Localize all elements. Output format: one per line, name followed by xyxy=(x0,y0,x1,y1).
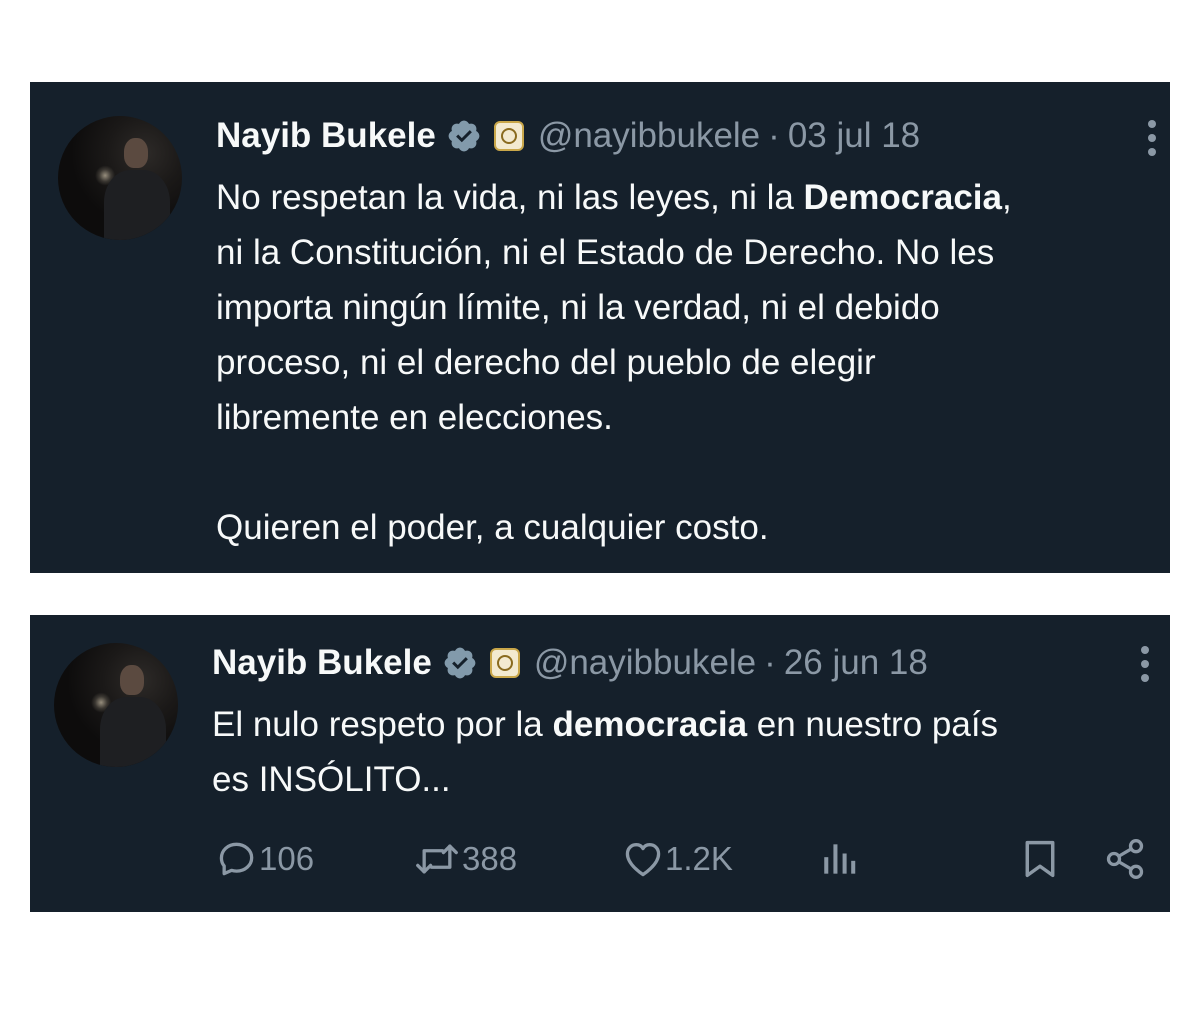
retweet-button[interactable]: 388 xyxy=(412,837,517,881)
reply-icon xyxy=(219,842,254,876)
avatar-head xyxy=(124,138,148,168)
author-name[interactable]: Nayib Bukele xyxy=(216,116,436,156)
reply-count: 106 xyxy=(259,840,315,877)
tweet-card[interactable]: Nayib Bukele @nayibbukele · 03 jul 18 No… xyxy=(30,82,1170,573)
tweet-text-line: proceso, ni el derecho del pueblo de ele… xyxy=(216,343,876,382)
tweet-date[interactable]: 26 jun 18 xyxy=(784,643,928,683)
tweet-text-line: El nulo respeto por la democracia en nue… xyxy=(212,705,999,744)
separator-dot: · xyxy=(764,643,776,682)
reply-button[interactable]: 106 xyxy=(215,837,314,881)
tweet-text-line: No respetan la vida, ni las leyes, ni la… xyxy=(216,178,1012,217)
tweet-text: El nulo respeto por la democracia en nue… xyxy=(212,697,1152,807)
heart-icon xyxy=(625,843,661,877)
like-button[interactable]: 1.2K xyxy=(621,837,733,881)
avatar-head xyxy=(120,665,144,695)
author-handle[interactable]: @nayibbukele xyxy=(534,643,756,683)
more-options-icon[interactable] xyxy=(1148,120,1158,160)
tweet-text-line: ni la Constitución, ni el Estado de Dere… xyxy=(216,233,995,272)
analytics-icon xyxy=(824,844,856,874)
verified-badge-icon xyxy=(448,120,480,152)
retweet-count: 388 xyxy=(462,840,518,877)
tweet-text: No respetan la vida, ni las leyes, ni la… xyxy=(216,170,1156,555)
avatar[interactable] xyxy=(58,116,182,240)
tweet-text-line: libremente en elecciones. xyxy=(216,398,613,437)
avatar-body xyxy=(104,170,170,240)
bookmark-icon xyxy=(1025,840,1055,878)
more-options-icon[interactable] xyxy=(1141,646,1151,686)
tweet-header: Nayib Bukele @nayibbukele · 03 jul 18 xyxy=(216,114,920,158)
views-button[interactable] xyxy=(816,837,860,881)
el-salvador-seal-icon[interactable] xyxy=(493,121,524,151)
bookmark-button[interactable] xyxy=(1020,837,1060,881)
verified-badge-icon xyxy=(444,647,476,679)
avatar[interactable] xyxy=(54,643,178,767)
retweet-icon xyxy=(416,844,458,874)
share-icon xyxy=(1106,839,1144,879)
share-button[interactable] xyxy=(1103,837,1147,881)
separator-dot: · xyxy=(768,116,780,155)
tweet-card[interactable]: Nayib Bukele @nayibbukele · 26 jun 18 El… xyxy=(30,615,1170,912)
tweet-text-line: importa ningún límite, ni la verdad, ni … xyxy=(216,288,940,327)
author-name[interactable]: Nayib Bukele xyxy=(212,643,432,683)
avatar-body xyxy=(100,697,166,767)
author-handle[interactable]: @nayibbukele xyxy=(538,116,760,156)
tweet-text-line: Quieren el poder, a cualquier costo. xyxy=(216,508,769,547)
tweet-date[interactable]: 03 jul 18 xyxy=(788,116,920,156)
tweet-header: Nayib Bukele @nayibbukele · 26 jun 18 xyxy=(212,641,928,685)
tweet-text-line: es INSÓLITO... xyxy=(212,760,451,799)
el-salvador-seal-icon[interactable] xyxy=(489,648,520,678)
like-count: 1.2K xyxy=(665,840,733,877)
